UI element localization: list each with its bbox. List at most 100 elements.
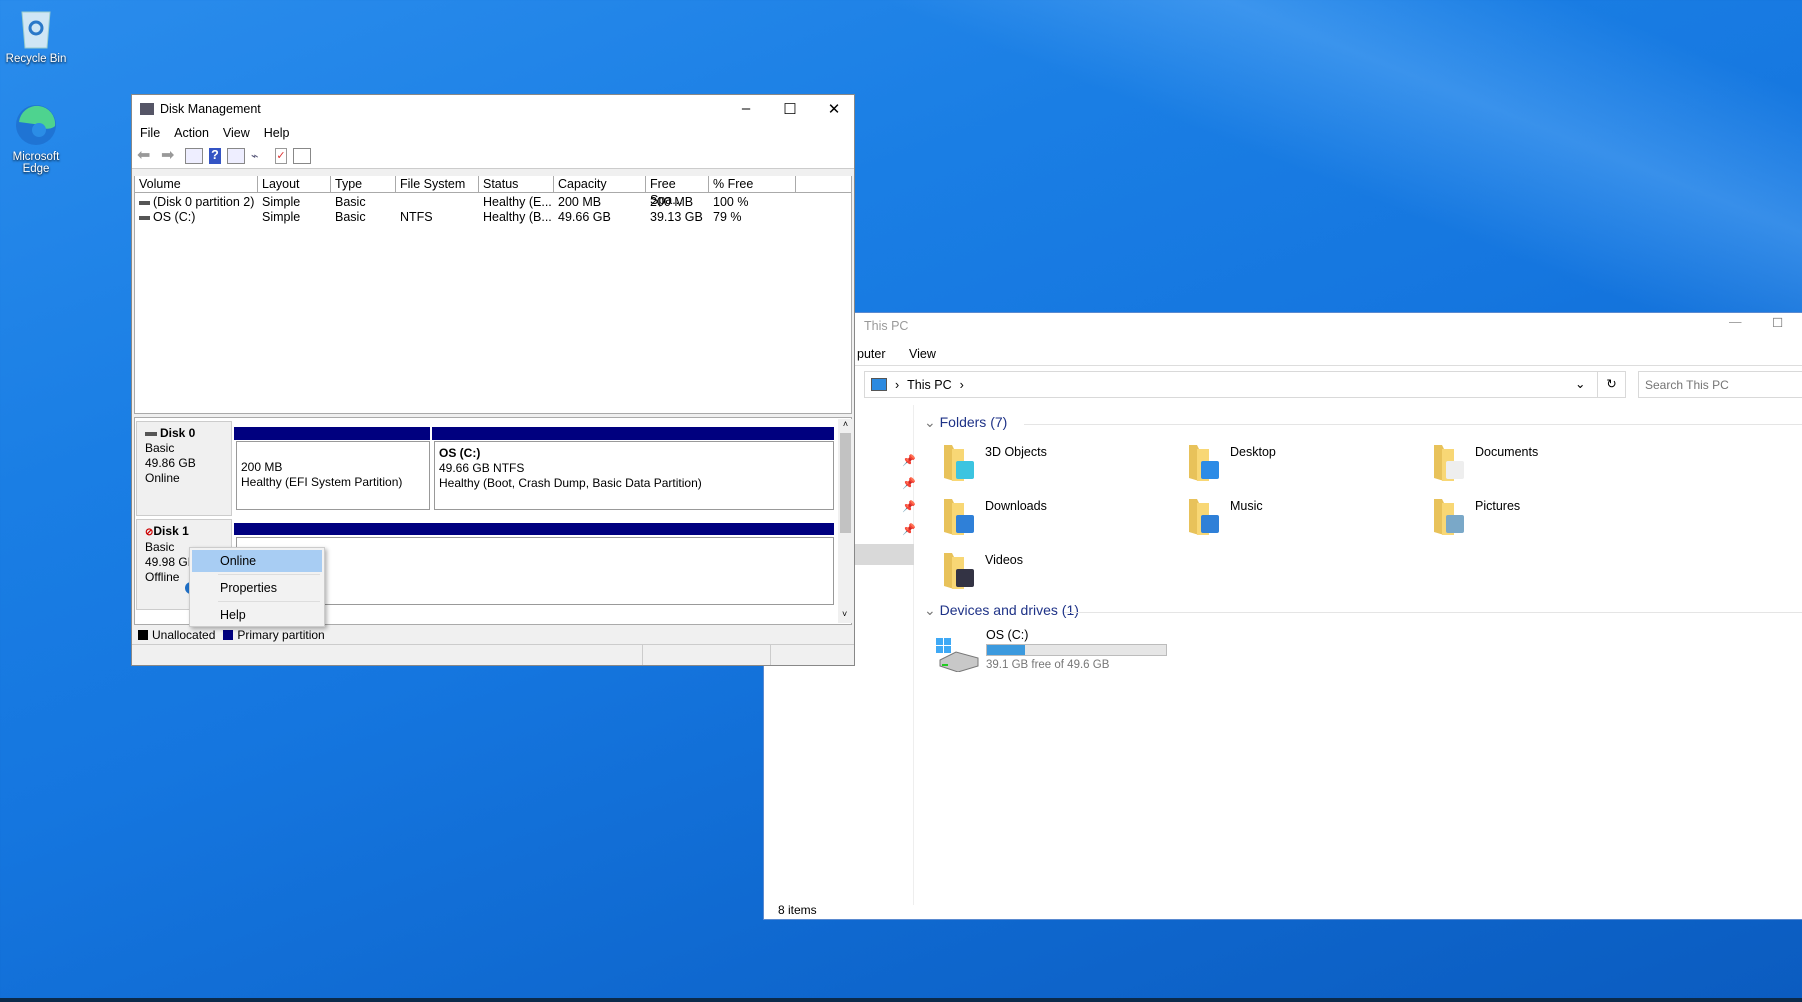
menu-separator: [218, 601, 320, 602]
devices-group-header[interactable]: ⌄ Devices and drives (1): [924, 602, 1079, 619]
drive-os-c[interactable]: [936, 638, 980, 673]
videos-folder-icon: [944, 553, 974, 589]
legend-swatch-unallocated: [138, 629, 148, 640]
partition-header: [234, 523, 834, 535]
explorer-title: This PC: [864, 319, 909, 333]
pin-icon: 📌: [902, 524, 916, 536]
table-cell: Healthy (B...: [483, 210, 552, 224]
partition-os-c[interactable]: OS (C:) 49.66 GB NTFS Healthy (Boot, Cra…: [434, 441, 834, 510]
address-text: This PC: [907, 377, 952, 392]
column-header[interactable]: Volume: [135, 176, 258, 193]
table-cell: 200 MB: [558, 195, 602, 209]
explorer-window: This PC — ☐ puter View › This PC › ⌄ ↻ e…: [763, 312, 1802, 920]
legend: Unallocated Primary partition: [134, 626, 852, 643]
disk-state: Online: [145, 471, 180, 485]
chevron-right-icon: ›: [895, 377, 900, 392]
folder-name: Music: [1230, 499, 1263, 513]
folder-name: Desktop: [1230, 445, 1276, 459]
maximize-button[interactable]: ☐: [768, 95, 812, 122]
table-cell: 100 %: [713, 195, 749, 209]
menu-file[interactable]: File: [140, 126, 160, 140]
vertical-scrollbar[interactable]: ˄ ˅: [838, 419, 853, 623]
scroll-thumb[interactable]: [840, 433, 851, 533]
menu-item-properties[interactable]: Properties: [192, 577, 322, 599]
back-icon[interactable]: ⬅: [137, 148, 155, 164]
column-header[interactable]: Type: [331, 176, 396, 193]
connect-icon[interactable]: ⌁: [251, 148, 269, 164]
music-folder-icon: [1189, 499, 1219, 535]
folder-item[interactable]: Downloads: [942, 497, 1142, 543]
chevron-right-icon: ›: [959, 377, 964, 392]
table-row[interactable]: OS (C:) Simple Basic NTFS Healthy (B... 49.66…: [135, 210, 851, 225]
partition-status: Healthy (EFI System Partition): [241, 475, 403, 489]
menu-help[interactable]: Help: [264, 126, 290, 140]
drive-name[interactable]: OS (C:): [986, 628, 1028, 642]
ribbon-divider: [764, 365, 1802, 366]
folder-item[interactable]: Documents: [1432, 443, 1632, 489]
minimize-button[interactable]: –: [724, 95, 768, 122]
pin-icon: 📌: [902, 478, 916, 490]
pin-icon: 📌: [902, 501, 916, 513]
refresh-icon[interactable]: ↻: [1597, 372, 1625, 397]
column-header[interactable]: Status: [479, 176, 554, 193]
ribbon-tab-computer[interactable]: puter: [857, 347, 886, 361]
column-header-empty: [796, 176, 852, 193]
menu-item-help[interactable]: Help: [192, 604, 322, 626]
table-cell: Healthy (E...: [483, 195, 552, 209]
table-cell: 79 %: [713, 210, 742, 224]
folder-item[interactable]: 3D Objects: [942, 443, 1142, 489]
window-title: Disk Management: [160, 101, 261, 116]
chevron-down-icon[interactable]: ⌄: [1575, 376, 1585, 391]
menu-view[interactable]: View: [223, 126, 250, 140]
chevron-down-icon: ⌄: [924, 602, 940, 618]
column-header[interactable]: Layout: [258, 176, 331, 193]
scroll-up-icon[interactable]: ˄: [838, 419, 853, 429]
column-header[interactable]: File System: [396, 176, 479, 193]
check-icon[interactable]: ✓: [275, 148, 287, 164]
menu-separator: [218, 574, 320, 575]
partition-size: 49.66 GB NTFS: [439, 461, 525, 475]
minimize-button[interactable]: —: [1729, 315, 1742, 329]
table-cell: OS (C:): [135, 210, 195, 224]
disk-1-unknown-area[interactable]: [236, 537, 834, 605]
drive-usage-bar: [986, 644, 1167, 656]
folder-name: Downloads: [985, 499, 1047, 513]
computer-icon: [871, 378, 887, 391]
ribbon-tab-view[interactable]: View: [909, 347, 936, 361]
column-header[interactable]: Capacity: [554, 176, 646, 193]
folder-name: Pictures: [1475, 499, 1521, 513]
menu-action[interactable]: Action: [174, 126, 209, 140]
table-cell: Basic: [335, 195, 366, 209]
help-icon[interactable]: ?: [209, 148, 221, 164]
column-header[interactable]: Free Spa...: [646, 176, 709, 207]
folders-header-text: Folders (7): [939, 414, 1008, 430]
desktop-icon-edge[interactable]: Microsoft Edge: [0, 102, 74, 175]
folders-group-header[interactable]: ⌄ Folders (7): [924, 414, 1007, 431]
column-header[interactable]: % Free: [709, 176, 796, 193]
maximize-button[interactable]: ☐: [1772, 315, 1783, 330]
partition-header: [234, 427, 430, 440]
console-tree-icon[interactable]: [185, 148, 203, 164]
menu-item-online[interactable]: Online: [192, 550, 322, 572]
folder-item[interactable]: Videos: [942, 551, 1142, 597]
address-bar[interactable]: › This PC › ⌄ ↻: [864, 371, 1626, 398]
drive-usage-fill: [987, 645, 1025, 655]
folder-item[interactable]: Desktop: [1187, 443, 1387, 489]
folder-item[interactable]: Pictures: [1432, 497, 1632, 543]
action-pane-icon[interactable]: [227, 148, 245, 164]
scroll-down-icon[interactable]: ˅: [842, 609, 847, 619]
table-row[interactable]: (Disk 0 partition 2) Simple Basic Healthy (…: [135, 195, 851, 210]
search-input[interactable]: [1638, 371, 1802, 398]
partition-efi[interactable]: 200 MB Healthy (EFI System Partition): [236, 441, 430, 510]
table-cell: (Disk 0 partition 2): [135, 195, 254, 209]
forward-icon[interactable]: ➡: [161, 148, 179, 164]
devices-header-text: Devices and drives (1): [939, 602, 1079, 618]
list-icon[interactable]: [293, 148, 311, 164]
drive-free-text: 39.1 GB free of 49.6 GB: [986, 659, 1110, 671]
desktop-icon-recycle-bin[interactable]: Recycle Bin: [0, 8, 74, 65]
close-button[interactable]: ✕: [812, 95, 856, 122]
table-cell: 49.66 GB: [558, 210, 611, 224]
folder-item[interactable]: Music: [1187, 497, 1387, 543]
disk-0-label[interactable]: Disk 0 Basic 49.86 GB Online: [136, 421, 232, 516]
3d-objects-folder-icon: [944, 445, 974, 481]
